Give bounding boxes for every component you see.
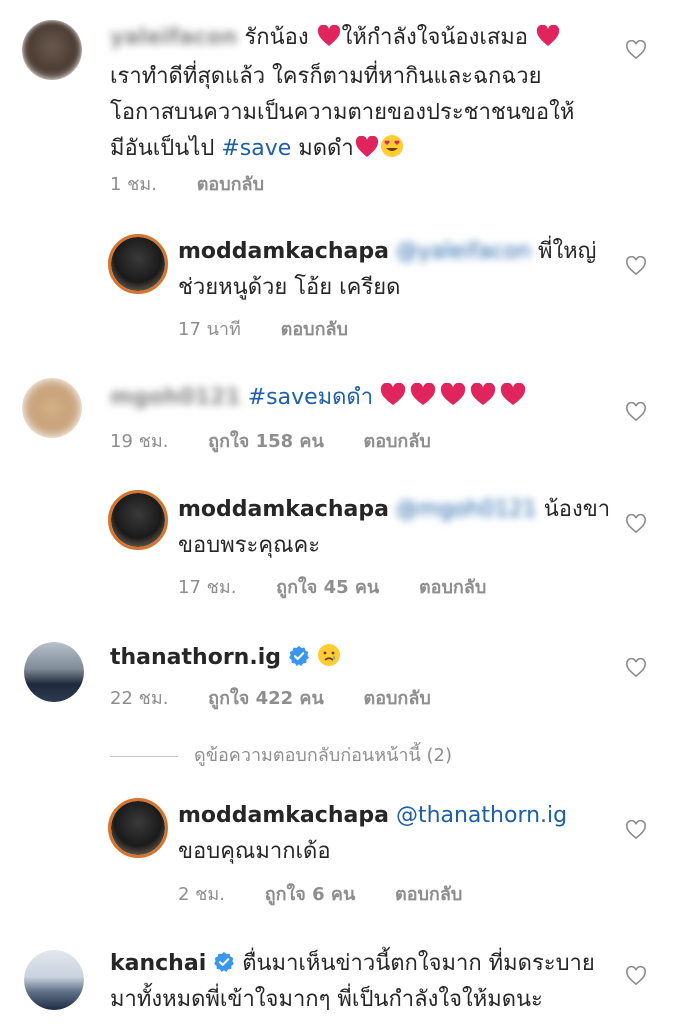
divider-line <box>110 755 178 757</box>
reply-button[interactable]: ตอบกลับ <box>419 577 486 598</box>
avatar[interactable] <box>108 490 168 550</box>
comment-text: รักน้อง <box>244 25 309 50</box>
comment-text: พี่ใหญ่ <box>537 239 597 264</box>
comment-time: 2 ชม. <box>178 884 225 905</box>
verified-badge-icon <box>213 949 235 972</box>
likes-count[interactable]: ถูกใจ 158 คน <box>208 431 324 452</box>
comment-text: ตื่นมาเห็นข่าวนี้ตกใจมาก ที่มดระบาย <box>242 951 595 976</box>
comment-time: 19 ชม. <box>110 431 169 452</box>
comment-username[interactable]: moddamkachapa <box>178 803 389 828</box>
hashtag-link[interactable]: #save <box>221 136 291 161</box>
likes-count[interactable]: ถูกใจ 6 คน <box>265 884 356 905</box>
avatar[interactable] <box>24 642 84 702</box>
comment-text: ขอบพระคุณคะ <box>178 533 321 558</box>
avatar[interactable] <box>108 234 168 294</box>
comment-username[interactable]: moddamkachapa <box>178 497 389 522</box>
comment-time: 1 ชม. <box>110 174 157 195</box>
avatar[interactable] <box>22 378 82 438</box>
comment-username[interactable]: kanchai <box>110 951 206 976</box>
comment-text: โอกาสบนความเป็นความตายของประชาชนขอให้ <box>110 100 575 125</box>
comment-text: เราทำดีที่สุดแล้ว ใครก็ตามที่หากินและฉกฉ… <box>110 64 542 89</box>
comment-time: 17 ชม. <box>178 577 237 598</box>
reply-button[interactable]: ตอบกลับ <box>364 688 431 709</box>
hashtag-link[interactable]: #saveมดดำ <box>248 385 373 410</box>
avatar[interactable] <box>24 950 84 1010</box>
red-hearts-emoji <box>380 382 530 419</box>
view-previous-replies-button[interactable]: ดูข้อความตอบกลับก่อนหน้านี้ (2) <box>110 740 452 769</box>
comment-text: ให้กำลังใจน้องเสมอ <box>341 25 529 50</box>
verified-badge-icon <box>288 643 310 666</box>
like-heart-icon[interactable] <box>625 658 647 678</box>
reply-button[interactable]: ตอบกลับ <box>395 884 462 905</box>
red-heart-emoji <box>316 23 342 59</box>
comment-text: มาทั้งหมดพี่เข้าใจมากๆ พี่เป็นกำลังใจให้… <box>110 987 543 1012</box>
mention-link[interactable]: @thanathorn.ig <box>396 803 567 828</box>
comment-text: ขอบคุณมากเด้อ <box>178 839 331 864</box>
like-heart-icon[interactable] <box>625 402 647 422</box>
avatar[interactable] <box>108 798 168 858</box>
reply-button[interactable]: ตอบกลับ <box>364 431 431 452</box>
likes-count[interactable]: ถูกใจ 45 คน <box>276 577 379 598</box>
reply-button[interactable]: ตอบกลับ <box>197 174 264 195</box>
avatar[interactable] <box>22 20 82 80</box>
comment-time: 22 ชม. <box>110 688 169 709</box>
comment-username[interactable]: thanathorn.ig <box>110 645 281 670</box>
mention-link[interactable]: @yaleifacon <box>396 234 531 270</box>
mention-link[interactable]: @mgoh0121 <box>396 492 537 528</box>
likes-count[interactable]: ถูกใจ 422 คน <box>208 688 324 709</box>
reply-button[interactable]: ตอบกลับ <box>281 319 348 340</box>
view-previous-replies-label: ดูข้อความตอบกลับก่อนหน้านี้ (2) <box>194 745 453 766</box>
like-heart-icon[interactable] <box>625 966 647 986</box>
comment-username[interactable]: mgoh0121 <box>110 380 241 416</box>
comment-text: มดดำ <box>298 136 354 161</box>
comment-text: ช่วยหนูด้วย โอ้ย เครียด <box>178 275 401 300</box>
comment-username[interactable]: moddamkachapa <box>178 239 389 264</box>
red-heart-emoji <box>535 23 561 59</box>
comment-text: น้องขา <box>543 497 611 522</box>
heart-eyes-emoji <box>380 134 404 170</box>
comment-text: มีอันเป็นไป <box>110 136 215 161</box>
like-heart-icon[interactable] <box>625 256 647 276</box>
comment-time: 17 นาที <box>178 319 241 340</box>
like-heart-icon[interactable] <box>625 820 647 840</box>
red-heart-emoji <box>354 134 380 170</box>
like-heart-icon[interactable] <box>625 514 647 534</box>
comment-username[interactable]: yaleifacon <box>110 20 237 56</box>
crying-face-emoji <box>317 643 341 679</box>
like-heart-icon[interactable] <box>625 40 647 60</box>
